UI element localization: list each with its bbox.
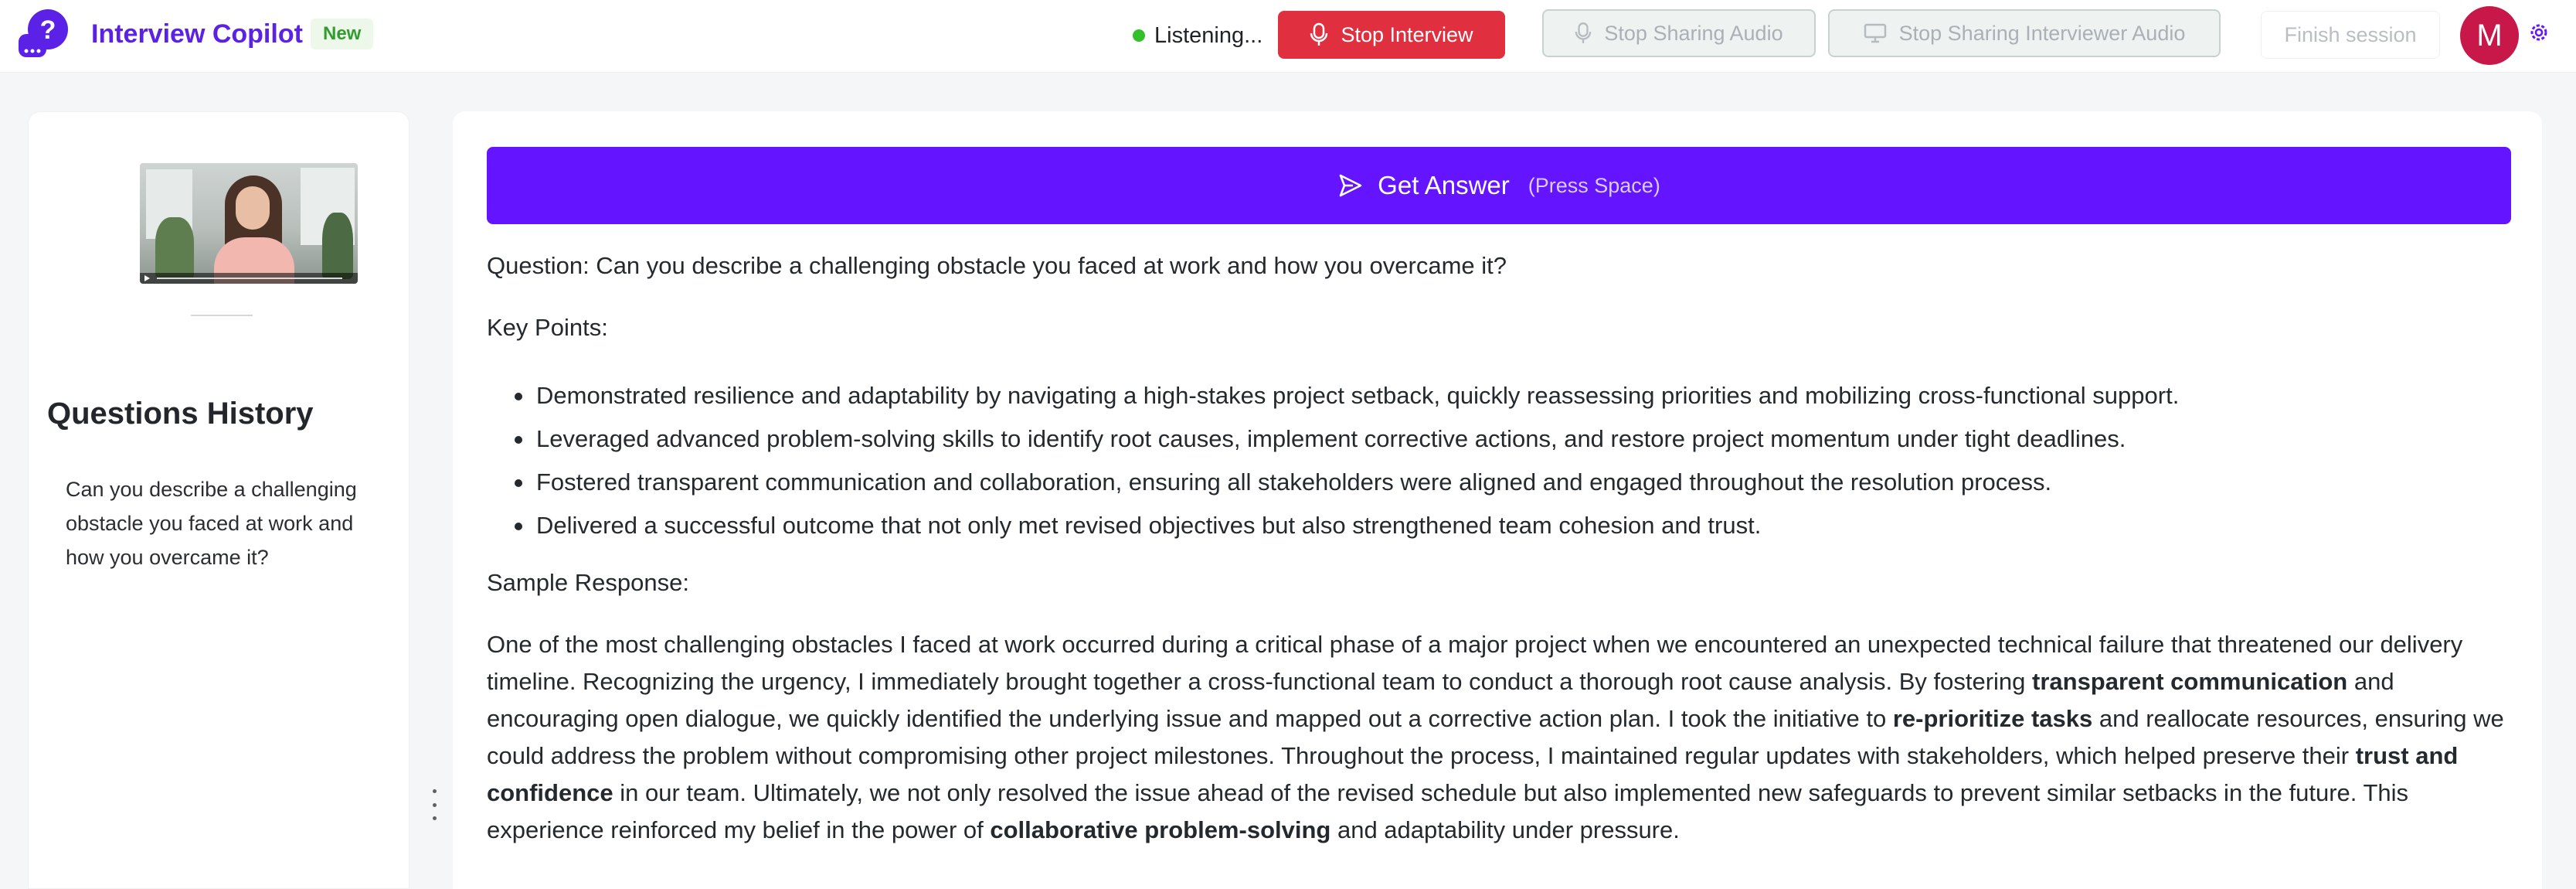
user-avatar[interactable]: M <box>2460 6 2519 65</box>
new-badge: New <box>311 19 374 49</box>
get-answer-shortcut-hint: (Press Space) <box>1528 173 1660 197</box>
key-points-list: Demonstrated resilience and adaptability… <box>487 374 2511 547</box>
stop-sharing-audio-button[interactable]: Stop Sharing Audio <box>1542 9 1816 57</box>
key-point-item: Leveraged advanced problem-solving skill… <box>487 417 2511 461</box>
app-logo-icon[interactable]: ? <box>17 8 73 59</box>
top-bar: ? Interview Copilot New Listening... Sto… <box>0 0 2576 73</box>
video-preview <box>140 163 358 284</box>
sample-text-emphasis: transparent communication <box>2032 668 2348 695</box>
sample-response-label: Sample Response: <box>487 569 689 596</box>
stop-sharing-audio-label: Stop Sharing Audio <box>1604 21 1783 45</box>
question-text: Question: Can you describe a challenging… <box>487 252 1507 279</box>
microphone-icon <box>1575 22 1592 43</box>
questions-history-title: Questions History <box>47 397 314 431</box>
sample-response-text: One of the most challenging obstacles I … <box>487 626 2511 849</box>
screen-share-preview[interactable] <box>92 132 358 418</box>
preview-divider <box>191 315 253 316</box>
play-icon <box>144 275 150 281</box>
stop-sharing-interviewer-audio-label: Stop Sharing Interviewer Audio <box>1898 21 2186 45</box>
answer-panel: Get Answer (Press Space) Question: Can y… <box>453 111 2542 889</box>
sidebar: Questions History Can you describe a cha… <box>28 111 437 889</box>
send-icon <box>1339 174 1362 197</box>
sample-text-segment: and adaptability under pressure. <box>1330 816 1680 843</box>
resize-handle-icon[interactable] <box>430 789 438 820</box>
sample-text-emphasis: re-prioritize tasks <box>1892 705 2093 732</box>
gear-icon[interactable] <box>2527 20 2551 45</box>
key-points-label: Key Points: <box>487 314 608 341</box>
key-point-item: Delivered a successful outcome that not … <box>487 504 2511 547</box>
svg-text:?: ? <box>40 15 56 45</box>
finish-session-button[interactable]: Finish session <box>2261 11 2440 59</box>
finish-session-label: Finish session <box>2284 22 2417 46</box>
microphone-icon <box>1310 22 1328 46</box>
listening-status-text: Listening... <box>1154 22 1263 48</box>
sample-text-emphasis: collaborative problem-solving <box>990 816 1331 843</box>
question-history-item[interactable]: Can you describe a challenging obstacle … <box>66 472 375 574</box>
key-point-item: Fostered transparent communication and c… <box>487 461 2511 504</box>
stop-interview-label: Stop Interview <box>1341 22 1473 46</box>
app-title[interactable]: Interview Copilot <box>91 17 303 51</box>
listening-status: Listening... <box>1133 20 1263 51</box>
live-indicator-dot <box>1133 29 1145 42</box>
stop-interview-button[interactable]: Stop Interview <box>1278 11 1505 59</box>
monitor-icon <box>1864 23 1886 43</box>
stop-sharing-interviewer-audio-button[interactable]: Stop Sharing Interviewer Audio <box>1828 9 2221 57</box>
key-point-item: Demonstrated resilience and adaptability… <box>487 374 2511 417</box>
get-answer-label: Get Answer <box>1378 171 1510 199</box>
get-answer-button[interactable]: Get Answer (Press Space) <box>487 147 2511 224</box>
